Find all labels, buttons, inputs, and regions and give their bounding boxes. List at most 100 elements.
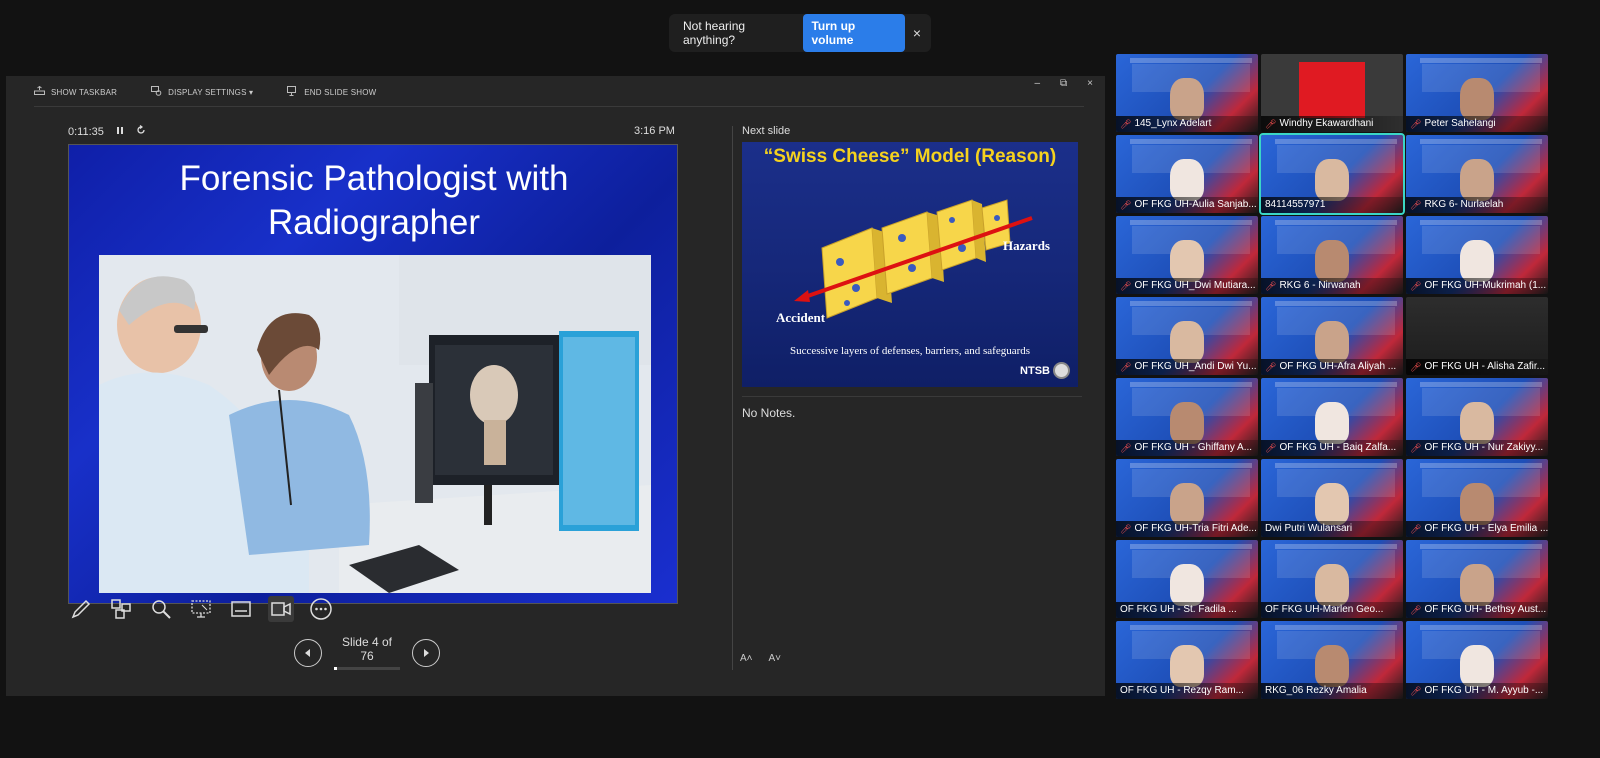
font-size-controls: A˄ A˅ [740, 653, 781, 664]
participant-tile[interactable]: 🎤︎ OF FKG UH-Aulia Sanjab... [1116, 135, 1258, 213]
participant-video [1460, 78, 1494, 120]
slide-tools [68, 596, 334, 622]
swiss-cheese-graphic [794, 199, 1033, 319]
participant-tile[interactable]: OF FKG UH - Rezqy Ram... [1116, 621, 1258, 699]
participant-tile[interactable]: 🎤︎ OF FKG UH - Nur Zakiyy... [1406, 378, 1548, 456]
background-banner [1420, 625, 1542, 630]
restore-button[interactable]: ⧉ [1060, 78, 1067, 89]
participant-tile[interactable]: 🎤︎ OF FKG UH-Mukrimah (1... [1406, 216, 1548, 294]
participant-name-text: RKG_06 Rezky Amalia [1265, 685, 1367, 696]
muted-mic-icon: 🎤︎ [1410, 362, 1422, 372]
slide-counter[interactable]: Slide 4 of 76 [334, 635, 400, 670]
pointer-options-icon[interactable] [188, 596, 214, 622]
more-options-icon[interactable] [308, 596, 334, 622]
turn-up-volume-button[interactable]: Turn up volume [803, 14, 905, 52]
seal-icon [1053, 362, 1070, 379]
close-window-button[interactable]: × [1087, 78, 1093, 89]
next-slide-preview[interactable]: “Swiss Cheese” Model (Reason) Hazards Ac… [742, 142, 1078, 387]
participant-name-text: OF FKG UH_Andi Dwi Yu... [1134, 361, 1257, 372]
muted-mic-icon: 🎤︎ [1410, 119, 1422, 129]
background-banner [1420, 544, 1542, 549]
decrease-font-button[interactable]: A˅ [769, 653, 782, 664]
camera-toggle-icon[interactable] [268, 596, 294, 622]
participant-name-text: OF FKG UH - Nur Zakiyy... [1424, 442, 1544, 453]
participant-name-text: OF FKG UH_Dwi Mutiara... [1134, 280, 1256, 291]
participant-tile[interactable]: 🎤︎ OF FKG UH - Alisha Zafir... [1406, 297, 1548, 375]
volume-notification: Not hearing anything? Turn up volume × [669, 14, 931, 52]
background-banner [1420, 139, 1542, 144]
participant-tile[interactable]: 🎤︎ Windhy Ekawardhani [1261, 54, 1403, 132]
participant-name-text: OF FKG UH-Marlen Geo... [1265, 604, 1384, 615]
participant-name: OF FKG UH - St. Fadila ... [1116, 602, 1258, 618]
participant-tile[interactable]: 🎤︎ 145_Lynx Adelart [1116, 54, 1258, 132]
participant-video [1170, 78, 1204, 120]
participant-tile[interactable]: 84114557971 [1259, 133, 1405, 215]
see-all-slides-icon[interactable] [108, 596, 134, 622]
muted-mic-icon: 🎤︎ [1120, 200, 1132, 210]
slide-navigation: Slide 4 of 76 [294, 635, 440, 670]
participant-tile[interactable]: 🎤︎ OF FKG UH - Baiq Zalfa... [1261, 378, 1403, 456]
muted-mic-icon: 🎤︎ [1120, 281, 1132, 291]
participant-name: 🎤︎ OF FKG UH_Andi Dwi Yu... [1116, 359, 1258, 375]
participant-tile[interactable]: OF FKG UH-Marlen Geo... [1261, 540, 1403, 618]
participant-name-text: Peter Sahelangi [1424, 118, 1496, 129]
muted-mic-icon: 🎤︎ [1410, 443, 1422, 453]
current-slide[interactable]: Forensic Pathologist with Radiographer [68, 144, 678, 604]
participant-video [1315, 240, 1349, 282]
participant-tile[interactable]: Dwi Putri Wulansari [1261, 459, 1403, 537]
participant-video [1170, 645, 1204, 687]
participant-tile[interactable]: 🎤︎ OF FKG UH - Elya Emilia ... [1406, 459, 1548, 537]
zoom-icon[interactable] [148, 596, 174, 622]
participant-video [1315, 483, 1349, 525]
pane-divider[interactable] [732, 126, 733, 670]
background-banner [1130, 625, 1252, 630]
previous-slide-button[interactable] [294, 638, 322, 667]
next-arrow-icon [424, 648, 429, 657]
background-banner [1130, 58, 1252, 63]
participant-name: 🎤︎ OF FKG UH - Nur Zakiyy... [1406, 440, 1548, 456]
participant-avatar [1299, 62, 1365, 118]
participant-tile[interactable]: OF FKG UH - St. Fadila ... [1116, 540, 1258, 618]
next-slide-button[interactable] [412, 638, 440, 667]
participant-video [1170, 483, 1204, 525]
end-slide-show-label: END SLIDE SHOW [304, 87, 377, 97]
muted-mic-icon: 🎤︎ [1120, 119, 1132, 129]
pause-timer-icon[interactable] [116, 126, 124, 138]
participant-tile[interactable]: RKG_06 Rezky Amalia [1261, 621, 1403, 699]
participant-video [1315, 564, 1349, 606]
participant-tile[interactable]: 🎤︎ RKG 6- Nurlaelah [1406, 135, 1548, 213]
participant-tile[interactable]: 🎤︎ OF FKG UH-Tria Fitri Ade... [1116, 459, 1258, 537]
participant-video [1315, 645, 1349, 687]
participant-tile[interactable]: 🎤︎ OF FKG UH - M. Ayyub -... [1406, 621, 1548, 699]
participant-name: 84114557971 [1261, 197, 1403, 213]
subtitles-icon[interactable] [228, 596, 254, 622]
reset-timer-icon[interactable] [136, 125, 146, 138]
minimize-button[interactable]: – [1034, 78, 1040, 89]
show-taskbar-button[interactable]: SHOW TASKBAR [34, 85, 118, 98]
speaker-notes[interactable]: No Notes. [742, 406, 795, 420]
participant-tile[interactable]: 🎤︎ OF FKG UH_Andi Dwi Yu... [1116, 297, 1258, 375]
participant-tile[interactable]: 🎤︎ OF FKG UH_Dwi Mutiara... [1116, 216, 1258, 294]
participant-tile[interactable]: 🎤︎ OF FKG UH - Ghiffany A... [1116, 378, 1258, 456]
participant-tile[interactable]: 🎤︎ Peter Sahelangi [1406, 54, 1548, 132]
end-slide-show-button[interactable]: END SLIDE SHOW [287, 85, 377, 99]
close-notification-button[interactable]: × [913, 25, 921, 41]
participant-name-text: OF FKG UH - Elya Emilia ... [1424, 523, 1548, 534]
display-settings-button[interactable]: DISPLAY SETTINGS ▾ [151, 85, 254, 99]
participant-name: 🎤︎ 145_Lynx Adelart [1116, 116, 1258, 132]
display-settings-label: DISPLAY SETTINGS ▾ [168, 87, 254, 97]
participant-name: 🎤︎ OF FKG UH - Elya Emilia ... [1406, 521, 1548, 537]
show-taskbar-label: SHOW TASKBAR [51, 87, 118, 97]
participant-name: 🎤︎ RKG 6- Nurlaelah [1406, 197, 1548, 213]
participant-tile[interactable]: 🎤︎ OF FKG UH-Afra Aliyah ... [1261, 297, 1403, 375]
current-time: 3:16 PM [634, 125, 675, 137]
muted-mic-icon: 🎤︎ [1410, 200, 1422, 210]
background-banner [1420, 463, 1542, 468]
slide-photo [99, 255, 651, 593]
pen-tool-icon[interactable] [68, 596, 94, 622]
participant-tile[interactable]: 🎤︎ OF FKG UH- Bethsy Aust... [1406, 540, 1548, 618]
increase-font-button[interactable]: A˄ [740, 653, 753, 664]
participant-tile[interactable]: 🎤︎ RKG 6 - Nirwanah [1261, 216, 1403, 294]
participant-name: OF FKG UH-Marlen Geo... [1261, 602, 1403, 618]
background-banner [1130, 544, 1252, 549]
